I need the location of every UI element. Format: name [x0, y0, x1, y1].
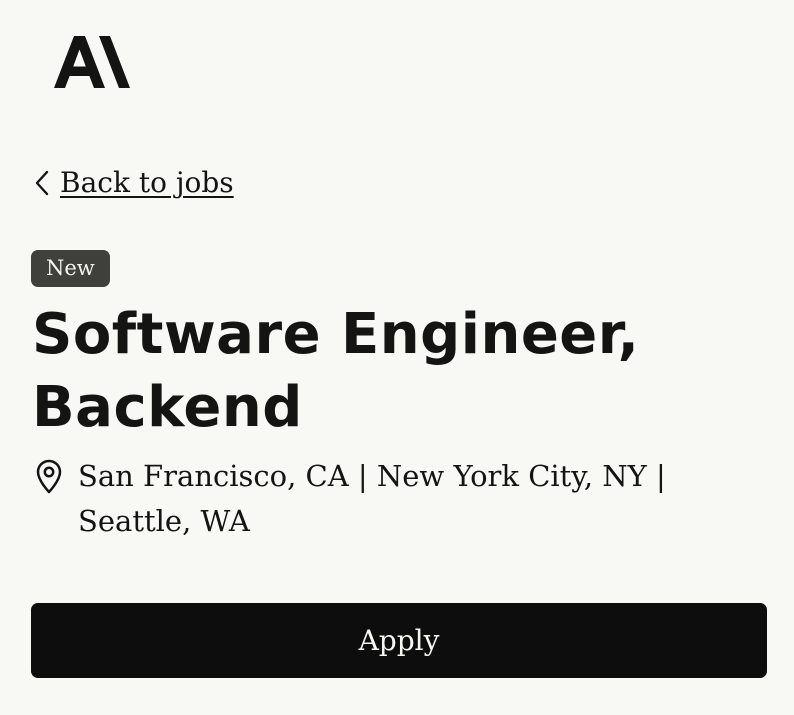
job-title: Software Engineer, Backend: [32, 302, 640, 440]
back-to-jobs-label[interactable]: Back to jobs: [60, 165, 234, 201]
chevron-left-icon: [35, 170, 49, 196]
back-to-jobs-link[interactable]: Back to jobs: [34, 165, 234, 201]
job-location: San Francisco, CA | New York City, NY | …: [34, 454, 744, 544]
apply-button[interactable]: Apply: [31, 603, 767, 678]
map-pin-icon: [36, 459, 62, 494]
new-badge: New: [31, 250, 110, 287]
location-text: San Francisco, CA | New York City, NY | …: [78, 459, 666, 538]
anthropic-logo-icon[interactable]: [54, 36, 130, 88]
